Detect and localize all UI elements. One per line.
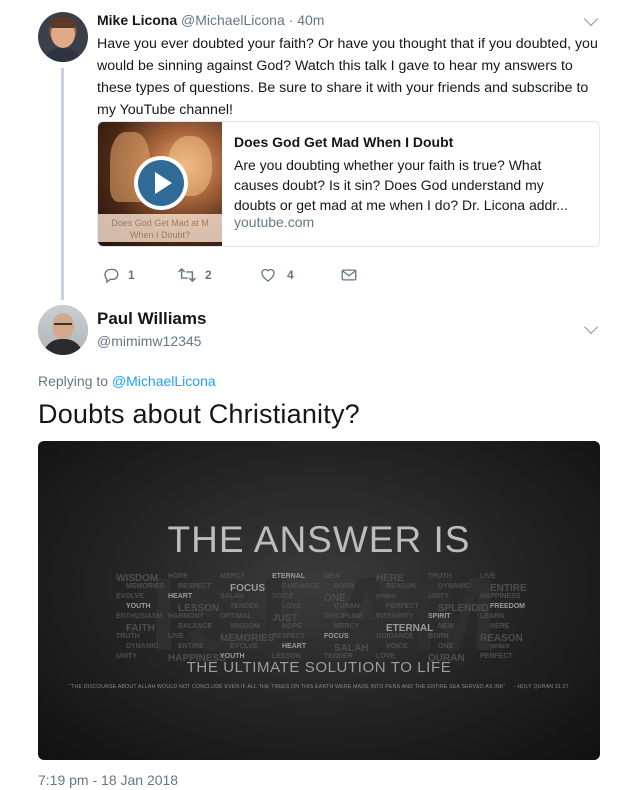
word-cloud-word: LOVE: [282, 603, 302, 610]
word-cloud-word: INTEGRITY: [376, 613, 414, 620]
word-cloud-word: LEARN: [480, 613, 505, 620]
word-cloud-word: SPIRIT: [428, 613, 451, 620]
word-cloud-word: HOPE: [168, 573, 188, 580]
thumbnail-caption-line-1: Does God Get Mad at M: [111, 218, 209, 228]
word-cloud-word: YOUTH: [126, 603, 151, 610]
word-cloud-word: LIVE: [168, 633, 184, 640]
replying-to-line: Replying to @MichaelLicona: [38, 373, 216, 389]
word-cloud-word: MERCY: [220, 573, 246, 580]
word-cloud-word: REASON: [386, 583, 416, 590]
tweet2-author-handle[interactable]: @mimimw12345: [97, 333, 201, 349]
islam-word-cloud: ISLAM WISDOM HOPE MERCY ETERNAL NEW HERE TRUTH L…: [116, 563, 536, 667]
word-cloud-word: VOICE: [272, 593, 294, 600]
word-cloud-word: OPTIMAL: [220, 613, 252, 620]
video-thumbnail[interactable]: Does God Get Mad at M When I Doubt?: [98, 122, 222, 246]
word-cloud-word: WISDOM: [230, 623, 260, 630]
word-cloud-word: GUIDANCE: [282, 583, 320, 590]
word-cloud-word: HEART: [282, 643, 307, 650]
word-cloud-word: peace: [376, 593, 396, 600]
word-cloud-word: peace: [490, 643, 510, 650]
like-count: 4: [287, 268, 294, 282]
tweet1-header: Mike Licona @MichaelLicona · 40m: [97, 12, 324, 28]
word-cloud-word: NEW: [324, 573, 341, 580]
word-cloud-word: ONE: [438, 643, 454, 650]
tweet1-action-bar: 1 2 4: [0, 266, 639, 286]
word-cloud-word: DISCIPLINE: [324, 613, 364, 620]
word-cloud-word: HERE: [490, 623, 510, 630]
youtube-link-card[interactable]: Does God Get Mad at M When I Doubt? Does…: [97, 121, 600, 247]
word-cloud-word: DYNAMIC: [438, 583, 471, 590]
word-cloud-word: DYNAMIC: [126, 643, 159, 650]
word-cloud-word: GUIDANCE: [376, 633, 414, 640]
word-cloud-word: SALAH: [220, 593, 245, 600]
retweet-icon: [178, 267, 196, 283]
word-cloud-word: HAPPINESS: [480, 593, 521, 600]
thumbnail-caption-line-2: When I Doubt?: [129, 230, 191, 240]
poster-quote-source: - HOLY QURAN 31:27: [513, 684, 569, 690]
tweet1-author-handle[interactable]: @MichaelLicona: [181, 12, 285, 28]
word-cloud-word: ENTIRE: [178, 643, 204, 650]
word-cloud-word: BORN: [428, 633, 449, 640]
word-cloud-word: RESPECT: [178, 583, 212, 590]
reply-icon: [104, 268, 119, 284]
thumbnail-caption: Does God Get Mad at M When I Doubt?: [98, 214, 222, 242]
poster-headline: THE ANSWER IS: [167, 519, 471, 560]
play-icon[interactable]: [134, 156, 188, 210]
word-cloud-word: BORN: [334, 583, 355, 590]
mike-licona-avatar[interactable]: [38, 12, 88, 62]
poster-subtitle: THE ULTIMATE SOLUTION TO LIFE: [186, 659, 452, 676]
word-cloud-word: TENDER: [230, 603, 259, 610]
tweet2-attached-image[interactable]: THE ANSWER IS ISLAM WISDOM HOPE MERCY ETERNA…: [38, 441, 600, 760]
word-cloud-word: VOICE: [386, 643, 408, 650]
heart-icon: [261, 268, 275, 282]
mail-icon: [341, 269, 357, 281]
word-cloud-word: MERCY: [334, 623, 360, 630]
card-domain: youtube.com: [234, 214, 315, 230]
word-cloud-word: HARMONY: [168, 613, 205, 620]
word-cloud-word: TRUTH: [428, 573, 452, 580]
tweet2-author-name[interactable]: Paul Williams: [97, 309, 206, 329]
replying-to-link[interactable]: @MichaelLicona: [112, 373, 216, 389]
word-cloud-word: NEW: [438, 623, 455, 630]
card-description: Are you doubting whether your faith is t…: [234, 157, 568, 213]
tweet1-author-name[interactable]: Mike Licona: [97, 12, 177, 28]
word-cloud-word: ENTHUSIASM: [116, 613, 163, 620]
word-cloud-word: TRUTH: [116, 633, 140, 640]
word-cloud-word: QURAN: [334, 603, 360, 610]
retweet-count: 2: [205, 268, 212, 282]
word-cloud-word: EVOLVE: [116, 593, 144, 600]
word-cloud-word: PERFECT: [386, 603, 419, 610]
word-cloud-word: LIVE: [480, 573, 496, 580]
tweet1-caret-down-icon[interactable]: [583, 11, 599, 27]
word-cloud-word: ETERNAL: [272, 573, 306, 580]
word-cloud-word: UNITY: [428, 593, 449, 600]
word-cloud-word: HEART: [168, 593, 193, 600]
word-cloud-word: EVOLVE: [230, 643, 258, 650]
paul-williams-avatar[interactable]: [38, 305, 88, 355]
word-cloud-word: BALANCE: [178, 623, 213, 630]
poster-quote: "THE DISCOURSE ABOUT ALLAH WOULD NOT CON…: [38, 684, 600, 690]
tweet1-time[interactable]: · 40m: [289, 12, 325, 28]
replying-prefix: Replying to: [38, 373, 112, 389]
tweet1-text: Have you ever doubted your faith? Or hav…: [97, 36, 598, 118]
reply-count: 1: [128, 268, 135, 282]
word-cloud-word: FREEDOM: [490, 603, 525, 610]
card-title: Does God Get Mad When I Doubt: [234, 134, 454, 150]
poster-quote-text: "THE DISCOURSE ABOUT ALLAH WOULD NOT CON…: [69, 684, 506, 690]
tweet2-caret-down-icon[interactable]: [583, 319, 599, 335]
word-cloud-word: MEMORIES: [126, 583, 165, 590]
tweet2-text: Doubts about Christianity?: [38, 399, 360, 429]
word-cloud-word: HOPE: [282, 623, 302, 630]
word-cloud-word: FOCUS: [324, 633, 349, 640]
tweet2-timestamp[interactable]: 7:19 pm - 18 Jan 2018: [38, 772, 178, 788]
word-cloud-word: RESPECT: [272, 633, 306, 640]
